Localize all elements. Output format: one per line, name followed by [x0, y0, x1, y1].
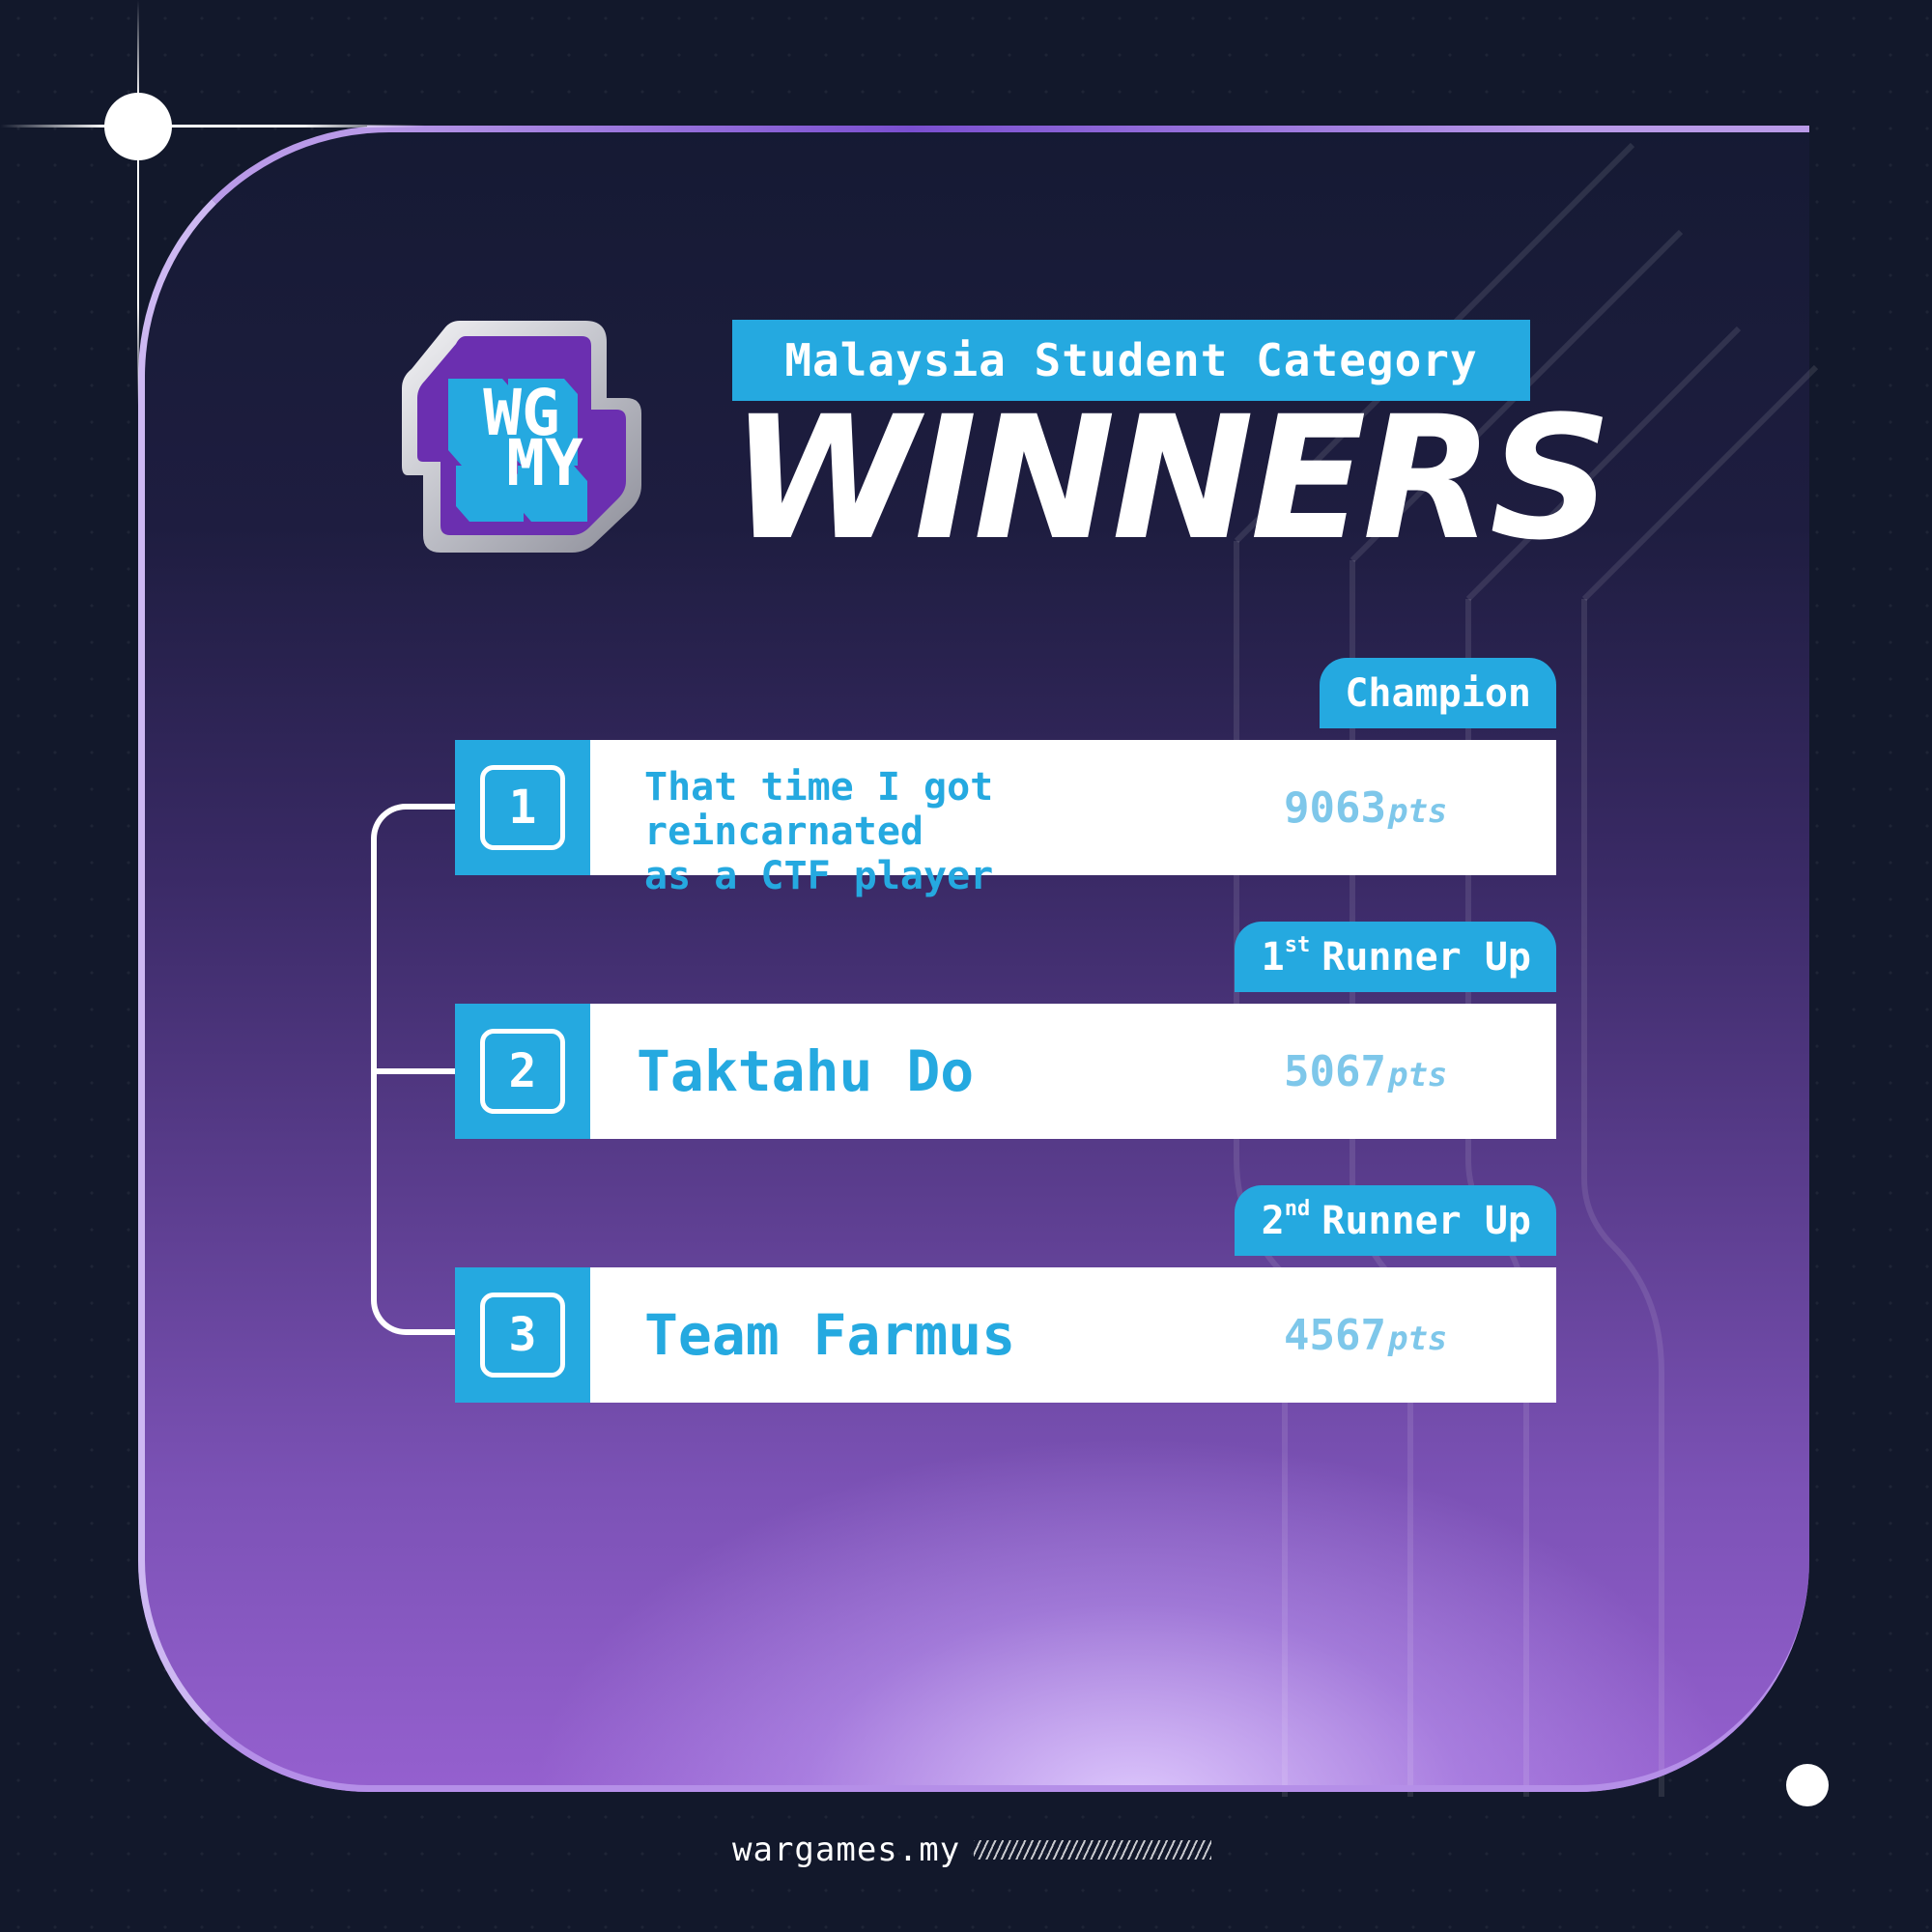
circuit-lines-decoration — [1234, 142, 1819, 1797]
points-value: 9063 — [1284, 782, 1386, 833]
winner-row-3: 3 Team Farmus 4567 pts — [455, 1267, 1556, 1403]
tag-label: Runner Up — [1321, 934, 1531, 980]
tag-ordinal-number: 2 — [1261, 1198, 1285, 1243]
panel-top-line — [367, 126, 1575, 132]
website-link[interactable]: wargames.my — [732, 1831, 960, 1869]
sparkle-horizontal-icon — [0, 125, 425, 128]
tag-ordinal-suffix: nd — [1284, 1197, 1311, 1221]
team-name: Team Farmus — [644, 1302, 1016, 1368]
champion-tag-label: Champion — [1345, 670, 1531, 716]
logo-text-my: MY — [506, 426, 583, 500]
points-value: 4567 — [1284, 1310, 1386, 1360]
team-name-line-1: That time I got reincarnated — [644, 765, 994, 854]
points-unit: pts — [1387, 1320, 1448, 1358]
slash-pattern-decoration — [974, 1840, 1212, 1860]
rank-badge: 2 — [455, 1004, 590, 1139]
champion-tag: Champion — [1320, 658, 1556, 728]
rank-number: 1 — [480, 765, 565, 850]
sparkle-vertical-icon — [137, 0, 139, 406]
points-unit: pts — [1387, 792, 1448, 831]
team-name: Taktahu Do — [637, 1038, 975, 1104]
team-name-line-2: as a CTF player — [644, 854, 994, 898]
footer: wargames.my — [732, 1826, 1212, 1874]
tag-label: Runner Up — [1321, 1198, 1531, 1243]
rank-number: 2 — [480, 1029, 565, 1114]
runner-up-1-tag: 1st Runner Up — [1235, 922, 1556, 992]
rank-badge: 3 — [455, 1267, 590, 1403]
rank-badge: 1 — [455, 740, 590, 875]
points-unit: pts — [1387, 1056, 1448, 1094]
team-points: 5067 pts — [1284, 1004, 1447, 1139]
team-points: 4567 pts — [1284, 1267, 1447, 1403]
page-title: WINNERS — [730, 380, 1612, 578]
runner-up-2-tag: 2nd Runner Up — [1235, 1185, 1556, 1256]
bracket-connector-middle — [371, 1068, 458, 1074]
team-points: 9063 pts — [1284, 740, 1447, 875]
team-name: That time I got reincarnated as a CTF pl… — [644, 765, 1263, 898]
glow-dot-icon — [104, 93, 172, 160]
winner-row-1: 1 That time I got reincarnated as a CTF … — [455, 740, 1556, 898]
rank-number: 3 — [480, 1293, 565, 1378]
points-value: 5067 — [1284, 1046, 1386, 1096]
tag-ordinal-suffix: st — [1284, 933, 1311, 957]
wgmy-logo: WG MY — [402, 321, 641, 553]
small-dot-icon — [1786, 1764, 1829, 1806]
winner-row-2: 2 Taktahu Do 5067 pts — [455, 1004, 1556, 1139]
tag-ordinal-number: 1 — [1261, 934, 1285, 980]
